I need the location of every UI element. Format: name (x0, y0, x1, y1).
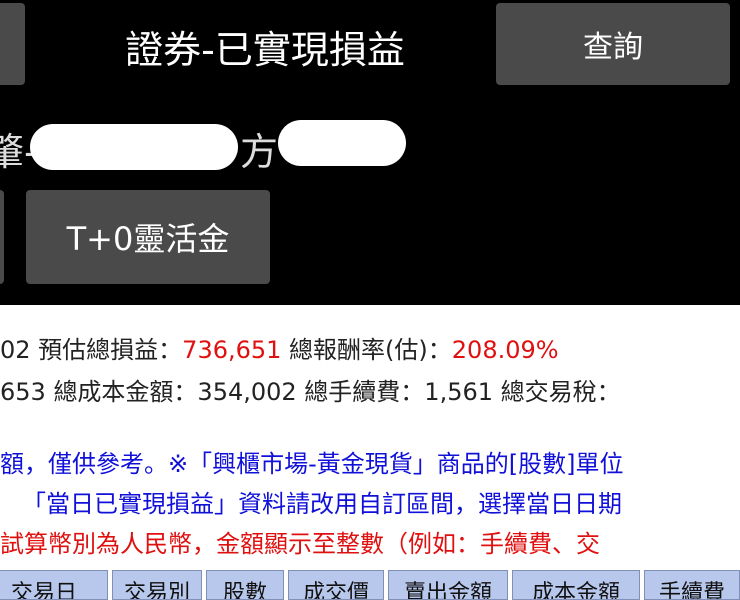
col-fee[interactable]: 手續費 (644, 570, 740, 600)
account-mask-2 (278, 120, 406, 166)
note-line-2: 「當日已實現損益」資料請改用自訂區間，選擇當日日期 (22, 490, 622, 518)
note-line-3: 試算幣別為人民幣，金額顯示至整數（例如：手續費、交 (0, 530, 600, 558)
back-button[interactable] (0, 3, 25, 85)
summary-line-2: 653 總成本金額：354,002 總手續費：1,561 總交易稅： (0, 378, 621, 406)
tab-t0-button[interactable]: T+0靈活金 (26, 190, 270, 284)
summary-line-1: 02 預估總損益：736,651 總報酬率(估)：208.09% (0, 330, 559, 365)
query-button-label: 查詢 (583, 30, 643, 65)
col-shares[interactable]: 股數 (206, 570, 284, 600)
total-pl-value: 736,651 (182, 336, 282, 364)
col-cost-amount[interactable]: 成本金額 (512, 570, 640, 600)
col-sell-amount[interactable]: 賣出金額 (388, 570, 508, 600)
note-line-1: 額，僅供參考。※「興櫃市場-黃金現貨」商品的[股數]單位 (0, 450, 624, 478)
query-button[interactable]: 查詢 (496, 3, 730, 85)
return-label: 總報酬率(估)： (281, 336, 452, 364)
account-middle: 方 (240, 129, 279, 174)
col-price[interactable]: 成交價 (288, 570, 384, 600)
return-rate-value: 208.09% (451, 336, 559, 364)
page-title: 證券-已實現損益 (125, 27, 405, 72)
tab-t0-label: T+0靈活金 (66, 220, 230, 258)
col-trade-type[interactable]: 交易別 (112, 570, 202, 600)
col-trade-date[interactable]: 交易日 (0, 570, 108, 600)
account-mask-1 (30, 124, 238, 170)
tab-left-partial[interactable] (0, 190, 4, 284)
summary-prefix: 02 預估總損益： (0, 336, 183, 364)
